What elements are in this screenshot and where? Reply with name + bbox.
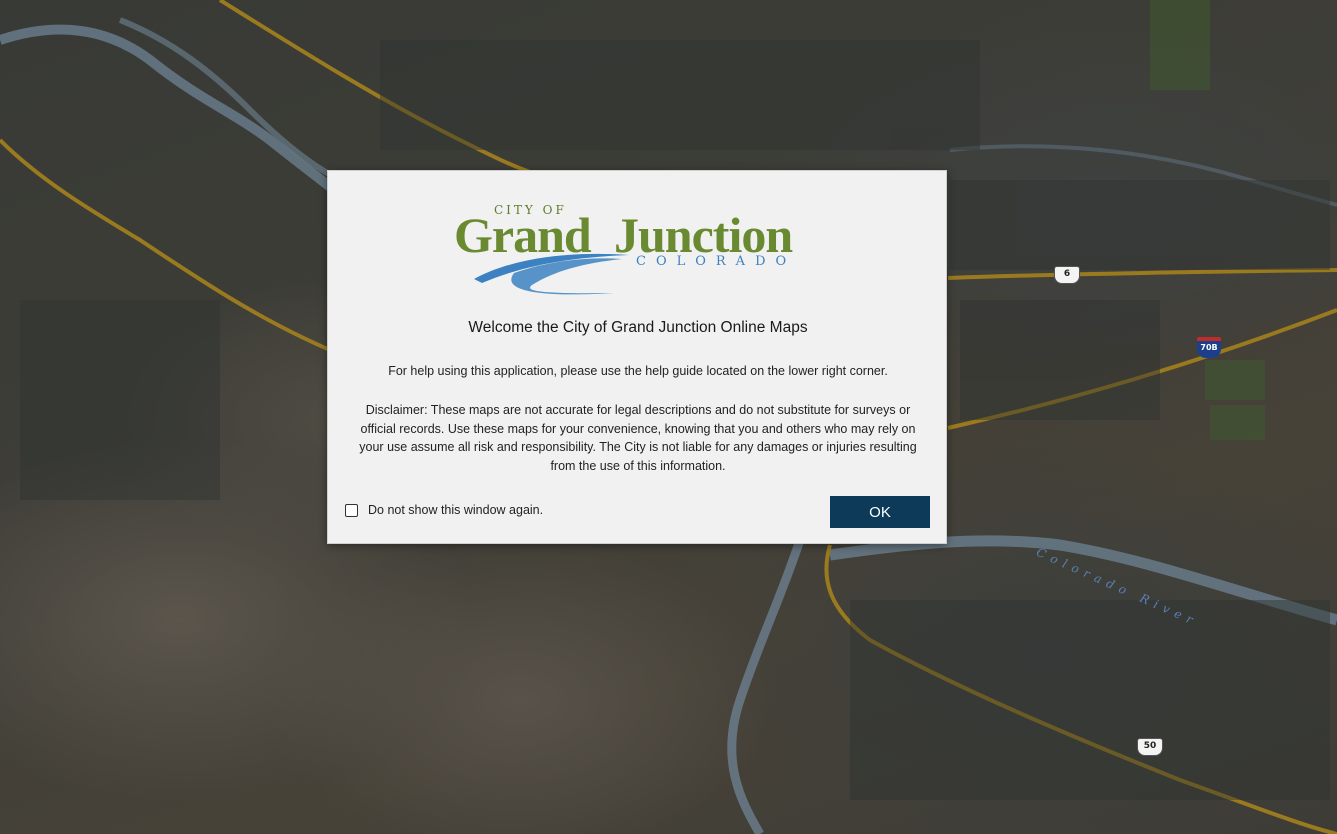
- ok-button[interactable]: OK: [830, 496, 930, 528]
- logo-grand: Grand: [454, 207, 592, 263]
- checkbox-square-icon[interactable]: [345, 503, 358, 517]
- logo-colorado: COLORADO: [636, 254, 797, 269]
- welcome-dialog: CITY OF Grand Junction COLORADO Welcome …: [327, 170, 947, 544]
- us-50-shield-icon: 50: [1137, 738, 1163, 756]
- city-logo: CITY OF Grand Junction COLORADO: [454, 201, 826, 296]
- help-text: For help using this application, please …: [388, 364, 888, 378]
- dont-show-again-label[interactable]: Do not show this window again.: [368, 503, 543, 517]
- dialog-title: Welcome the City of Grand Junction Onlin…: [468, 319, 808, 336]
- dont-show-again-checkbox[interactable]: Do not show this window again.: [345, 501, 543, 519]
- i-70b-shield-icon: 70B: [1197, 337, 1221, 358]
- disclaimer-text: Disclaimer: These maps are not accurate …: [359, 403, 917, 473]
- us-6-shield-icon: 6: [1054, 266, 1080, 284]
